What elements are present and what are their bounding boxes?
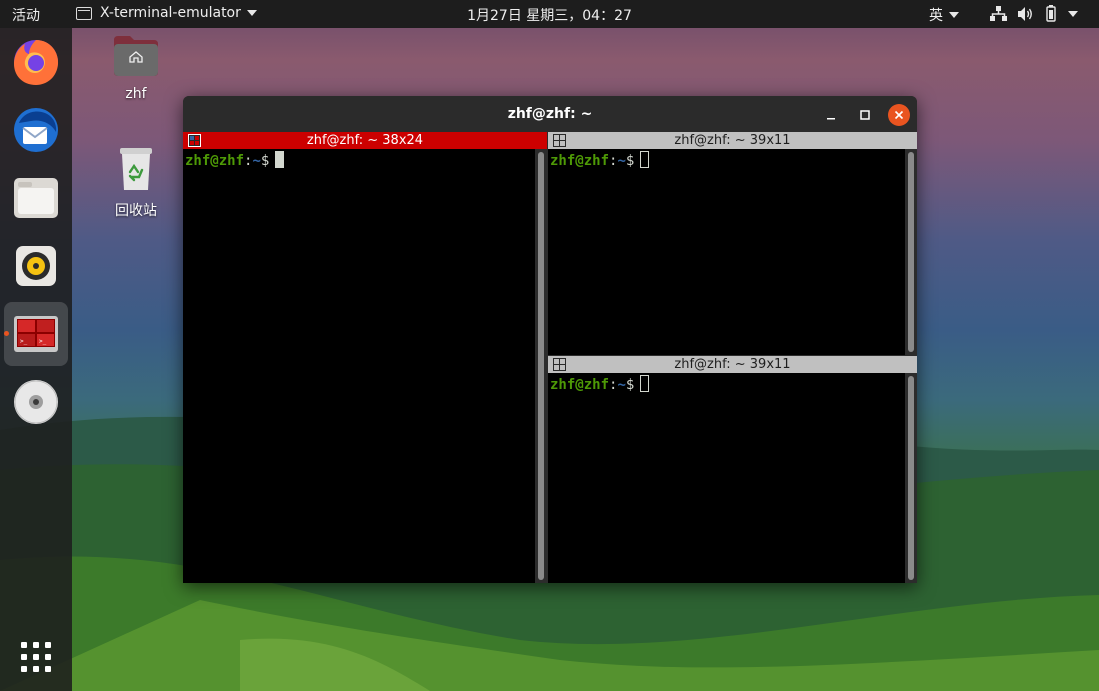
dock-item-dvd[interactable] — [4, 370, 68, 434]
chevron-down-icon — [949, 12, 959, 18]
pane-split-icon — [188, 134, 201, 147]
minimize-icon — [827, 118, 835, 120]
prompt-user: zhf@zhf — [185, 153, 245, 169]
window-titlebar[interactable]: zhf@zhf: ~ — [183, 96, 917, 132]
prompt-symbol: $ — [260, 153, 270, 169]
prompt-symbol: $ — [625, 153, 635, 169]
app-menu[interactable]: X-terminal-emulator — [76, 5, 257, 21]
pane-header[interactable]: zhf@zhf: ~ 39x11 — [548, 132, 917, 149]
dock-item-firefox[interactable] — [4, 30, 68, 94]
home-folder-label: zhf — [125, 86, 147, 102]
terminal-window: zhf@zhf: ~ zhf@zhf: ~ 38x24 zhf@zhf:~$ z… — [183, 96, 917, 583]
maximize-button[interactable] — [854, 104, 876, 126]
network-wired-icon — [990, 5, 1007, 21]
speaker-icon — [16, 246, 56, 286]
activities-button[interactable]: 活动 — [12, 5, 40, 25]
running-indicator — [4, 331, 9, 336]
app-menu-label: X-terminal-emulator — [100, 5, 241, 21]
battery-icon — [1046, 5, 1056, 22]
dvd-icon — [14, 380, 58, 424]
firefox-icon — [14, 40, 59, 85]
prompt-path: ~ — [617, 377, 626, 393]
maximize-icon — [860, 110, 870, 120]
volume-icon — [1018, 6, 1032, 21]
minimize-button[interactable] — [820, 104, 842, 126]
pane-title: zhf@zhf: ~ 38x24 — [306, 133, 424, 148]
trash-icon — [120, 148, 152, 190]
terminal-pane-left[interactable]: zhf@zhf: ~ 38x24 zhf@zhf:~$ — [183, 132, 547, 583]
terminal-app-icon — [76, 6, 92, 20]
show-applications-button[interactable] — [19, 640, 53, 674]
prompt-path: ~ — [617, 153, 626, 169]
close-icon — [894, 110, 904, 120]
scrollbar[interactable] — [535, 149, 547, 583]
prompt-symbol: $ — [625, 377, 635, 393]
svg-text:>_: >_ — [20, 338, 28, 345]
terminal-output[interactable]: zhf@zhf:~$ — [183, 149, 535, 583]
prompt-user: zhf@zhf — [550, 377, 610, 393]
pane-header[interactable]: zhf@zhf: ~ 39x11 — [548, 356, 917, 373]
pane-split-icon — [553, 358, 566, 371]
prompt-user: zhf@zhf — [550, 153, 610, 169]
prompt-path: ~ — [252, 153, 261, 169]
terminal-pane-top-right[interactable]: zhf@zhf: ~ 39x11 zhf@zhf:~$ — [548, 132, 917, 355]
home-folder-icon — [114, 36, 158, 76]
folder-icon — [14, 178, 58, 218]
scrollbar[interactable] — [905, 149, 917, 355]
pane-split-icon — [553, 134, 566, 147]
chevron-down-icon — [246, 10, 257, 16]
dock-item-thunderbird[interactable] — [4, 98, 68, 162]
svg-text:>_: >_ — [39, 338, 47, 345]
terminal-cursor — [275, 151, 285, 168]
pane-title: zhf@zhf: ~ 39x11 — [674, 133, 791, 148]
window-title: zhf@zhf: ~ — [507, 106, 593, 122]
top-bar: 活动 X-terminal-emulator 1月27日 星期三，04：27 英 — [0, 0, 1099, 28]
dock-item-terminator[interactable]: >_ >_ — [4, 302, 68, 366]
close-button[interactable] — [888, 104, 910, 126]
system-tray[interactable] — [990, 5, 1078, 22]
terminal-output[interactable]: zhf@zhf:~$ — [548, 373, 905, 583]
terminal-cursor — [640, 151, 650, 168]
pane-header[interactable]: zhf@zhf: ~ 38x24 — [183, 132, 547, 149]
terminal-pane-bottom-right[interactable]: zhf@zhf: ~ 39x11 zhf@zhf:~$ — [548, 356, 917, 583]
desktop-trash[interactable]: 回收站 — [101, 146, 171, 220]
scrollbar[interactable] — [905, 373, 917, 583]
desktop-home-folder[interactable]: zhf — [101, 34, 171, 102]
trash-label: 回收站 — [115, 203, 157, 219]
terminal-output[interactable]: zhf@zhf:~$ — [548, 149, 905, 355]
dock-item-files[interactable] — [4, 166, 68, 230]
dock: >_ >_ — [0, 28, 72, 691]
clock[interactable]: 1月27日 星期三，04：27 — [467, 8, 632, 24]
terminator-icon: >_ >_ — [14, 316, 58, 352]
thunderbird-icon — [14, 108, 58, 152]
chevron-down-icon — [1068, 10, 1078, 17]
pane-title: zhf@zhf: ~ 39x11 — [674, 357, 791, 372]
dock-item-rhythmbox[interactable] — [4, 234, 68, 298]
input-method-menu[interactable]: 英 — [929, 5, 959, 25]
input-method-label: 英 — [929, 8, 943, 24]
terminal-cursor — [640, 375, 650, 392]
